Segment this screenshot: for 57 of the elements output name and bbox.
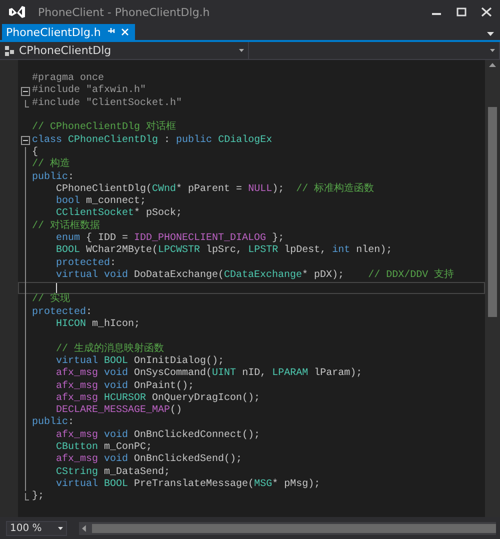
code-line: #pragma once [32,73,106,84]
code-line: BOOL WChar2MByte(LPCWSTR lpSrc, LPSTR lpDest, int nlen); [55,245,394,258]
scroll-up-icon[interactable] [489,63,496,67]
scope-label: CPhoneClientDlg [19,44,112,57]
window-title: PhoneClient - PhoneClientDlg.h [38,6,211,18]
code-line: #include "ClientSocket.h" [32,98,184,110]
code-line: // 实现 [32,294,72,306]
code-line: bool m_connect; [55,196,148,208]
code-line: HICON m_hIcon; [55,318,142,332]
code-line: #include "afxwin.h" [32,85,148,98]
dropdown-icon[interactable] [487,32,494,36]
caret-icon[interactable] [490,49,495,52]
code-line: afx_msg HCURSOR OnQueryDragIcon(); [55,392,262,404]
caret-icon[interactable] [58,526,63,530]
collapse-icon[interactable] [20,86,30,96]
code-line: enum { IDD = IDD_PHONECLIENT_DIALOG }; [55,232,286,244]
file-tab[interactable]: PhoneClientDlg.h [2,24,135,40]
text-cursor [56,282,57,294]
horizontal-scrollbar[interactable] [78,522,496,534]
maximize-icon[interactable] [456,7,467,17]
code-line: }; [32,491,46,504]
collapse-icon[interactable] [20,136,30,146]
code-line: virtual BOOL OnInitDialog(); [55,356,226,368]
code-line: afx_msg void OnPaint(); [55,380,196,392]
code-line: protected: [32,306,92,319]
scrollbar-thumb[interactable] [92,524,496,532]
scroll-left-icon[interactable] [82,524,86,532]
tab-label: PhoneClientDlg.h [6,26,101,38]
close-tab-icon[interactable] [120,28,129,36]
vertical-scrollbar[interactable] [485,60,500,517]
code-line: CClientSocket* pSock; [55,208,184,220]
code-line: CButton m_ConPC; [55,442,154,454]
class-icon [4,44,15,56]
code-line: // 构造 [32,159,72,172]
zoom-level: 100 % [10,522,42,534]
scrollbar-thumb[interactable] [488,107,497,317]
code-line: afx_msg void OnSysCommand(UINT nID, LPARAM lParam); [55,368,364,380]
code-line: CPhoneClientDlg(CWnd* pParent = NULL); // 标准构造函数 [55,184,376,196]
code-line: class CPhoneClientDlg : public CDialogEx [32,134,274,146]
code-line: CString m_DataSend; [55,466,172,478]
code-line: protected: [55,257,118,270]
scope-dropdown[interactable]: CPhoneClientDlg [0,42,249,59]
code-line: afx_msg void OnBnClickedSend(); [55,454,244,466]
code-line: // 生成的消息映射函数 [55,344,166,356]
code-line: afx_msg void OnBnClickedConnect(); [55,430,262,442]
app-logo-icon [8,4,26,20]
code-line: DECLARE_MESSAGE_MAP() [55,405,184,416]
caret-icon[interactable] [239,49,244,52]
code-line: // CPhoneClientDlg 对话框 [32,122,178,134]
code-line: virtual void DoDataExchange(CDataExchange* pDX); // DDX/DDV 支持 [55,270,456,282]
code-line: // 对话框数据 [32,220,102,232]
code-line: { [32,146,40,158]
code-line: virtual BOOL PreTranslateMessage(MSG* pMsg); [55,478,322,492]
code-line: public: [32,417,76,430]
zoom-dropdown[interactable]: 100 % [6,520,67,536]
code-line: public: [32,171,76,184]
close-icon[interactable] [481,7,492,17]
